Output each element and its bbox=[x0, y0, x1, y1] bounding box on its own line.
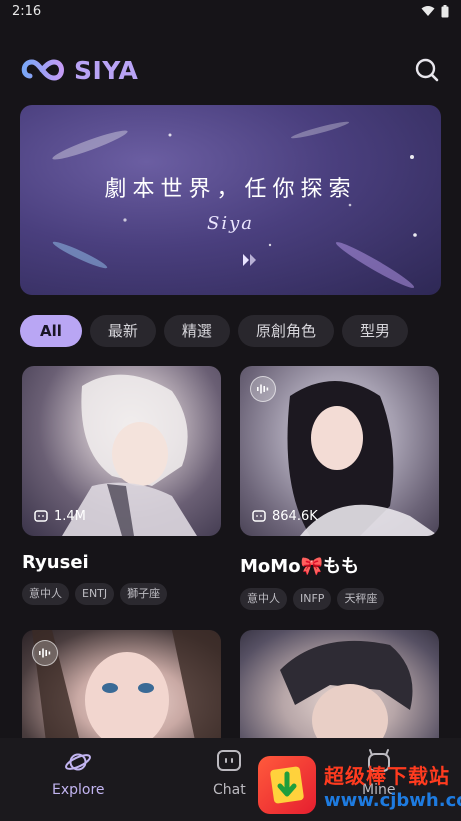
search-icon bbox=[415, 58, 439, 82]
tag-list: 意中人 INFP 天秤座 bbox=[240, 588, 439, 610]
status-icons bbox=[421, 4, 449, 18]
voice-badge bbox=[32, 640, 58, 666]
character-image[interactable] bbox=[22, 630, 221, 750]
app-logo: SIYA bbox=[20, 54, 138, 86]
tab-handsome[interactable]: 型男 bbox=[341, 315, 408, 347]
search-button[interactable] bbox=[413, 56, 441, 84]
nav-chat[interactable]: Chat bbox=[213, 748, 246, 798]
voice-wave-icon bbox=[257, 384, 269, 394]
chat-count-value: 864.6K bbox=[272, 509, 318, 524]
tag[interactable]: 天秤座 bbox=[337, 588, 385, 610]
app-name: SIYA bbox=[74, 55, 139, 85]
character-name[interactable]: Ryusei bbox=[22, 552, 221, 573]
chat-count: 864.6K bbox=[252, 509, 318, 524]
character-card bbox=[240, 630, 439, 750]
battery-icon bbox=[441, 4, 449, 17]
download-arrow-icon bbox=[270, 766, 304, 804]
wifi-icon bbox=[421, 6, 435, 16]
category-tabs: All 最新 精選 原創角色 型男 bbox=[20, 315, 461, 349]
play-icon bbox=[243, 254, 256, 266]
tag[interactable]: 獅子座 bbox=[120, 583, 168, 605]
chat-count: 1.4M bbox=[34, 509, 86, 524]
voice-badge bbox=[250, 376, 276, 402]
app-screen: 2:16 SIYA 劇本世界，任你探索 Siya All 最新 精選 原創角色 … bbox=[0, 0, 461, 821]
promo-banner[interactable]: 劇本世界，任你探索 Siya bbox=[20, 105, 441, 295]
character-card-ryusei: 1.4M Ryusei 意中人 ENTJ 獅子座 bbox=[22, 366, 221, 605]
watermark-url: www.cjbwh.com bbox=[324, 790, 461, 811]
tag[interactable]: INFP bbox=[293, 588, 332, 610]
tag-list: 意中人 ENTJ 獅子座 bbox=[22, 583, 221, 605]
watermark-logo-icon bbox=[258, 756, 316, 814]
tag[interactable]: 意中人 bbox=[22, 583, 69, 605]
nav-label: Explore bbox=[52, 782, 105, 798]
character-portrait bbox=[280, 640, 413, 750]
watermark-title: 超级棒下载站 bbox=[324, 764, 450, 788]
tag[interactable]: 意中人 bbox=[240, 588, 287, 610]
character-card-momo: 864.6K MoMo🎀もも 意中人 INFP 天秤座 bbox=[240, 366, 439, 610]
chat-count-value: 1.4M bbox=[54, 509, 86, 524]
status-bar: 2:16 bbox=[0, 0, 461, 22]
chat-bubble-icon bbox=[34, 510, 48, 522]
nav-explore[interactable]: Explore bbox=[52, 748, 105, 798]
character-card bbox=[22, 630, 221, 750]
chat-icon bbox=[217, 750, 242, 771]
siya-logo-icon bbox=[21, 59, 64, 81]
tag[interactable]: ENTJ bbox=[75, 583, 115, 605]
character-name[interactable]: MoMo🎀もも bbox=[240, 552, 439, 578]
nav-label: Chat bbox=[213, 782, 246, 798]
tab-latest[interactable]: 最新 bbox=[89, 315, 156, 347]
banner-title: 劇本世界，任你探索 bbox=[104, 177, 357, 202]
voice-wave-icon bbox=[39, 648, 51, 658]
tab-all[interactable]: All bbox=[20, 315, 82, 347]
planet-icon bbox=[65, 753, 92, 771]
character-image[interactable]: 864.6K bbox=[240, 366, 439, 536]
character-image[interactable]: 1.4M bbox=[22, 366, 221, 536]
status-time: 2:16 bbox=[12, 3, 42, 19]
tab-original-characters[interactable]: 原創角色 bbox=[237, 315, 334, 347]
chat-bubble-icon bbox=[252, 510, 266, 522]
header: SIYA bbox=[0, 48, 461, 92]
site-watermark: 超级棒下载站 www.cjbwh.com bbox=[258, 756, 461, 818]
tab-featured[interactable]: 精選 bbox=[163, 315, 230, 347]
banner-subtitle: Siya bbox=[207, 213, 254, 234]
character-image[interactable] bbox=[240, 630, 439, 750]
